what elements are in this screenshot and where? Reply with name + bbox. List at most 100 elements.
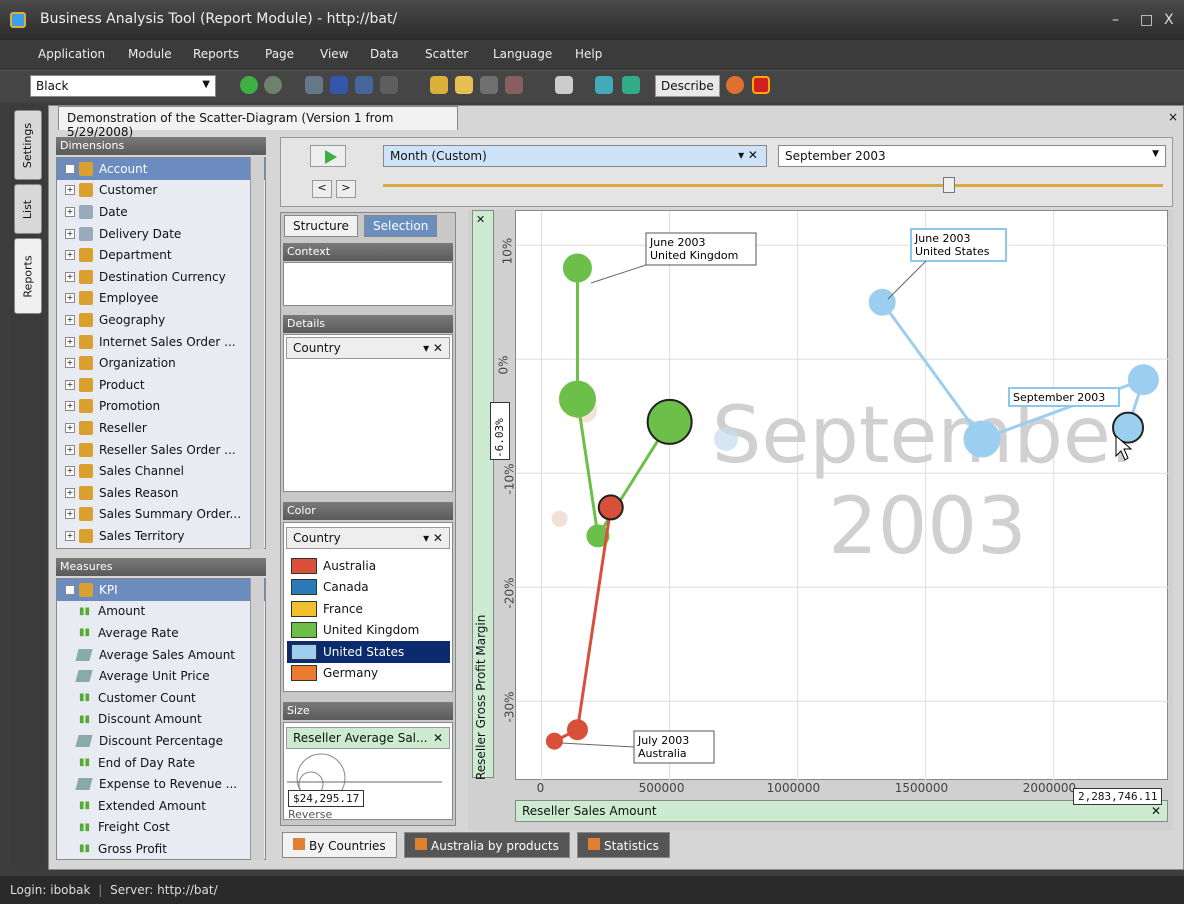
undo-icon[interactable] [355,76,373,94]
next-button[interactable]: > [336,180,356,198]
document-close-icon[interactable]: × [1168,110,1178,124]
filter-icon[interactable]: ▾ ✕ [423,341,443,355]
measure-item[interactable]: Average Sales Amount [57,644,265,666]
menu-page[interactable]: Page [265,47,294,61]
expand-icon[interactable]: + [65,401,75,412]
expand-icon[interactable]: + [65,163,75,174]
delete-icon[interactable] [505,76,523,94]
expand-icon[interactable]: + [65,530,75,541]
expand-icon[interactable]: + [65,422,75,433]
describe-button[interactable]: Describe [655,75,720,97]
dimension-item[interactable]: + Geography [57,309,265,331]
dimension-item[interactable]: + Account [57,158,265,180]
measure-item[interactable]: ▮▮ Gross Profit [57,838,265,859]
save-all-icon[interactable] [330,76,348,94]
dimension-item[interactable]: + Promotion [57,396,265,418]
tab-by-countries[interactable]: By Countries [282,832,397,858]
tab-australia-by-products[interactable]: Australia by products [404,832,570,858]
expand-icon[interactable]: + [65,466,75,477]
dimension-item[interactable]: + Employee [57,288,265,310]
expand-icon[interactable]: + [65,228,75,239]
style-select[interactable]: Black ▼ [30,75,216,97]
dimension-item[interactable]: + Delivery Date [57,223,265,245]
measure-item[interactable]: Expense to Revenue ... [57,773,265,795]
expand-icon[interactable]: + [65,250,75,261]
open-icon[interactable] [430,76,448,94]
layout-icon[interactable] [595,76,613,94]
tab-structure[interactable]: Structure [284,215,358,237]
expand-icon[interactable]: + [65,314,75,325]
period-type-select[interactable]: Month (Custom) ▾ ✕ [383,145,767,167]
legend-item[interactable]: Australia [287,555,450,577]
menu-language[interactable]: Language [493,47,552,61]
dimension-item[interactable]: + Sales Reason [57,482,265,504]
dimension-item[interactable]: + Destination Currency [57,266,265,288]
menu-help[interactable]: Help [575,47,602,61]
remove-icon[interactable]: ✕ [433,731,443,745]
dimension-item[interactable]: + Sales Territory [57,525,265,547]
time-slider-handle[interactable] [943,177,955,193]
details-country-filter[interactable]: Country ▾ ✕ [286,337,450,359]
expand-icon[interactable]: + [65,379,75,390]
dimension-item[interactable]: + Organization [57,352,265,374]
move-icon[interactable] [480,76,498,94]
color-country-filter[interactable]: Country ▾ ✕ [286,527,450,549]
dimension-item[interactable]: + Customer [57,180,265,202]
expand-icon[interactable]: + [65,584,75,595]
measure-item[interactable]: ▮▮ Amount [57,601,265,623]
document-tab[interactable]: Demonstration of the Scatter-Diagram (Ve… [58,106,458,139]
expand-icon[interactable]: + [65,358,75,369]
tab-reports[interactable]: Reports [14,238,42,314]
measure-item[interactable]: ▮▮ Freight Cost [57,817,265,839]
close-button[interactable]: X [1164,12,1174,28]
period-value-select[interactable]: September 2003 ▼ [778,145,1166,167]
dimension-item[interactable]: + Date [57,201,265,223]
tab-statistics[interactable]: Statistics [577,832,670,858]
y-axis-close-icon[interactable]: ✕ [476,213,485,226]
play-button[interactable] [310,145,346,167]
measure-item[interactable]: Average Unit Price [57,665,265,687]
save-icon[interactable] [305,76,323,94]
dimension-item[interactable]: + Reseller [57,417,265,439]
legend-item[interactable]: United States [287,641,450,663]
prev-button[interactable]: < [312,180,332,198]
measure-item[interactable]: + KPI [57,579,265,601]
legend-item[interactable]: United Kingdom [287,620,450,642]
time-slider-track[interactable] [383,184,1163,187]
back-icon[interactable] [240,76,258,94]
legend-item[interactable]: France [287,598,450,620]
expand-icon[interactable]: + [65,444,75,455]
dimension-item[interactable]: + Sales Channel [57,460,265,482]
legend-item[interactable]: Germany [287,663,450,685]
tab-selection[interactable]: Selection [364,215,438,237]
dimension-item[interactable]: + Product [57,374,265,396]
tab-list[interactable]: List [14,184,42,234]
size-measure-filter[interactable]: Reseller Average Sal... ✕ [286,727,450,749]
menu-module[interactable]: Module [128,47,172,61]
measure-item[interactable]: ▮▮ Customer Count [57,687,265,709]
menu-view[interactable]: View [320,47,348,61]
measure-item[interactable]: ▮▮ Discount Amount [57,709,265,731]
menu-scatter[interactable]: Scatter [425,47,468,61]
dimensions-scrollbar[interactable] [250,157,264,549]
measure-item[interactable]: ▮▮ End of Day Rate [57,752,265,774]
expand-icon[interactable]: + [65,509,75,520]
dimension-item[interactable]: + Department [57,244,265,266]
x-axis-close-icon[interactable]: ✕ [1151,804,1161,818]
measure-item[interactable]: ▮▮ Extended Amount [57,795,265,817]
scatter-plot[interactable]: September 2003 June 2003 United Kingdom June… [515,210,1169,781]
cut-icon[interactable] [380,76,398,94]
dimension-item[interactable]: + Reseller Sales Order ... [57,439,265,461]
context-dropzone[interactable] [283,262,453,306]
period-type-clear-icon[interactable]: ▾ ✕ [738,148,758,162]
measure-item[interactable]: Discount Percentage [57,730,265,752]
dimension-item[interactable]: + Sales Summary Order... [57,504,265,526]
palette-icon[interactable] [726,76,744,94]
menu-reports[interactable]: Reports [193,47,239,61]
grid-icon[interactable] [622,76,640,94]
dimension-item[interactable]: + Internet Sales Order ... [57,331,265,353]
expand-icon[interactable]: + [65,206,75,217]
legend-item[interactable]: Canada [287,577,450,599]
expand-icon[interactable]: + [65,487,75,498]
menu-data[interactable]: Data [370,47,399,61]
